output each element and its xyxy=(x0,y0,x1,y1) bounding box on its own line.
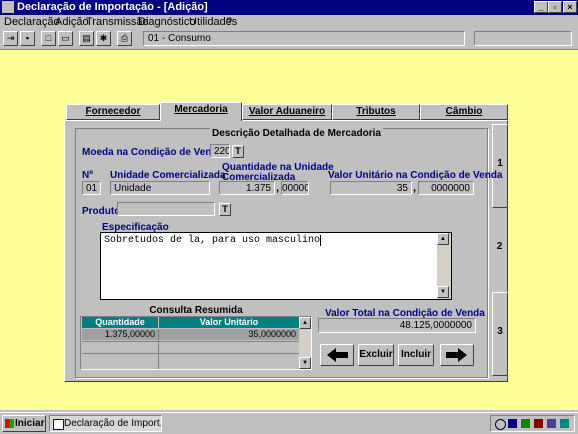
tray-search-icon[interactable] xyxy=(495,419,506,430)
menu-bar: Declaração Adição Transmissão Diagnóstic… xyxy=(0,15,578,29)
tab-mercadoria[interactable]: Mercadoria xyxy=(160,102,242,121)
app-icon xyxy=(2,1,14,13)
valor-unitario-int-field[interactable]: 35 xyxy=(330,181,412,195)
summary-title: Consulta Resumida xyxy=(149,305,243,316)
window-title: Declaração de Importação - [Adição] xyxy=(17,1,208,13)
side-tab-3[interactable]: 3 xyxy=(492,292,508,376)
arrow-right-icon xyxy=(446,348,467,362)
toolbar: ⇥ ▪ □ ▭ ▤ ✱ ⎙ 01 - Consumo xyxy=(0,29,578,50)
status-field xyxy=(474,31,572,46)
next-button[interactable] xyxy=(440,344,474,366)
tray-clock-icon[interactable] xyxy=(560,419,569,428)
minimize-button[interactable]: _ xyxy=(534,1,548,13)
num-label: Nº xyxy=(82,170,93,181)
regime-field[interactable]: 01 - Consumo xyxy=(143,31,465,46)
excluir-button[interactable]: Excluir xyxy=(358,344,394,366)
restore-button[interactable]: ▫ xyxy=(548,1,562,13)
tab-tributos[interactable]: Tributos xyxy=(332,104,420,120)
produto-label: Produto xyxy=(82,206,121,217)
quantidade-dec-field[interactable]: 00000 xyxy=(281,181,309,195)
new-document-icon[interactable]: □ xyxy=(41,31,56,46)
unidade-label: Unidade Comercializada xyxy=(110,170,226,181)
menu-declaracao[interactable]: Declaração xyxy=(4,15,60,29)
system-tray xyxy=(490,415,575,432)
tab-fornecedor[interactable]: Fornecedor xyxy=(66,104,160,120)
table-divider xyxy=(82,341,299,342)
especificacao-textarea[interactable]: Sobretudos de la, para uso masculino xyxy=(100,232,452,300)
produto-table-button[interactable]: T xyxy=(219,203,231,216)
especificacao-text: Sobretudos de la, para uso masculino xyxy=(104,235,321,246)
print-icon[interactable]: ⎙ xyxy=(117,31,132,46)
menu-help[interactable]: ? xyxy=(226,15,232,29)
summary-table: Quantidade Valor Unitário ▲ ▼ 1.375,0000… xyxy=(80,316,312,370)
scroll-down-icon[interactable]: ▼ xyxy=(437,286,449,298)
title-bar: Declaração de Importação - [Adição] _ ▫ … xyxy=(0,0,578,15)
tray-network-icon[interactable] xyxy=(521,419,530,428)
unidade-field[interactable]: Unidade xyxy=(110,181,210,195)
moeda-table-button[interactable]: T xyxy=(232,145,244,158)
open-folder-icon[interactable]: ▭ xyxy=(58,31,73,46)
num-field: 01 xyxy=(82,181,101,195)
close-button[interactable]: × xyxy=(563,1,577,13)
moeda-field[interactable]: 220 xyxy=(210,144,230,158)
enter-icon[interactable]: ⇥ xyxy=(3,31,18,46)
start-label: Iniciar xyxy=(15,418,45,429)
quantidade-int-field[interactable]: 1.375 xyxy=(219,181,275,195)
table-divider xyxy=(82,353,299,354)
save-icon[interactable]: ▪ xyxy=(20,31,35,46)
tray-monitor-icon[interactable] xyxy=(547,419,556,428)
quantidade-separator: , xyxy=(276,182,280,194)
task-window-icon xyxy=(53,419,64,430)
tray-volume-icon[interactable] xyxy=(534,419,543,428)
settings-icon[interactable]: ✱ xyxy=(96,31,111,46)
previous-button[interactable] xyxy=(320,344,354,366)
menu-diagnostico[interactable]: Diagnóstico xyxy=(138,15,195,29)
table-scrollbar[interactable]: ▲ ▼ xyxy=(299,317,311,369)
col-valor-unitario: Valor Unitário xyxy=(159,317,299,328)
total-field: 48.125,0000000 xyxy=(318,318,476,333)
scroll-up-icon[interactable]: ▲ xyxy=(437,233,449,245)
task-label: Declaração de Import... xyxy=(64,418,162,429)
section-title: Descrição Detalhada de Mercadoria xyxy=(210,128,383,139)
especificacao-scrollbar[interactable]: ▲ ▼ xyxy=(437,233,451,299)
view-icon[interactable]: ▤ xyxy=(79,31,94,46)
valor-unitario-dec-field[interactable]: 0000000 xyxy=(418,181,474,195)
incluir-button[interactable]: Incluir xyxy=(398,344,434,366)
windows-logo-icon xyxy=(5,419,14,428)
table-cell-valor-unitario[interactable]: 35,0000000 xyxy=(159,329,299,340)
tab-valor-aduaneiro[interactable]: Valor Aduaneiro xyxy=(242,104,332,120)
produto-field[interactable] xyxy=(117,202,215,216)
side-tab-1[interactable]: 1 xyxy=(492,124,508,208)
table-scroll-up-icon[interactable]: ▲ xyxy=(299,317,311,329)
taskbar-task[interactable]: Declaração de Import... xyxy=(49,415,162,432)
table-scroll-down-icon[interactable]: ▼ xyxy=(299,357,311,369)
start-button[interactable]: Iniciar xyxy=(2,415,46,432)
table-cell-quantidade[interactable]: 1.375,00000 xyxy=(82,329,158,340)
moeda-label: Moeda na Condição de Venda xyxy=(82,147,224,158)
side-tab-2[interactable]: 2 xyxy=(492,208,508,292)
valor-unitario-label: Valor Unitário na Condição de Venda xyxy=(328,170,503,181)
valor-unitario-separator: , xyxy=(413,182,417,194)
tab-cambio[interactable]: Câmbio xyxy=(420,104,508,120)
table-divider xyxy=(158,329,159,369)
arrow-left-icon xyxy=(327,348,348,362)
tray-app-icon[interactable] xyxy=(508,419,517,428)
taskbar: Iniciar Declaração de Import... xyxy=(0,412,578,434)
menu-adicao[interactable]: Adição xyxy=(55,15,89,29)
col-quantidade: Quantidade xyxy=(82,317,158,328)
